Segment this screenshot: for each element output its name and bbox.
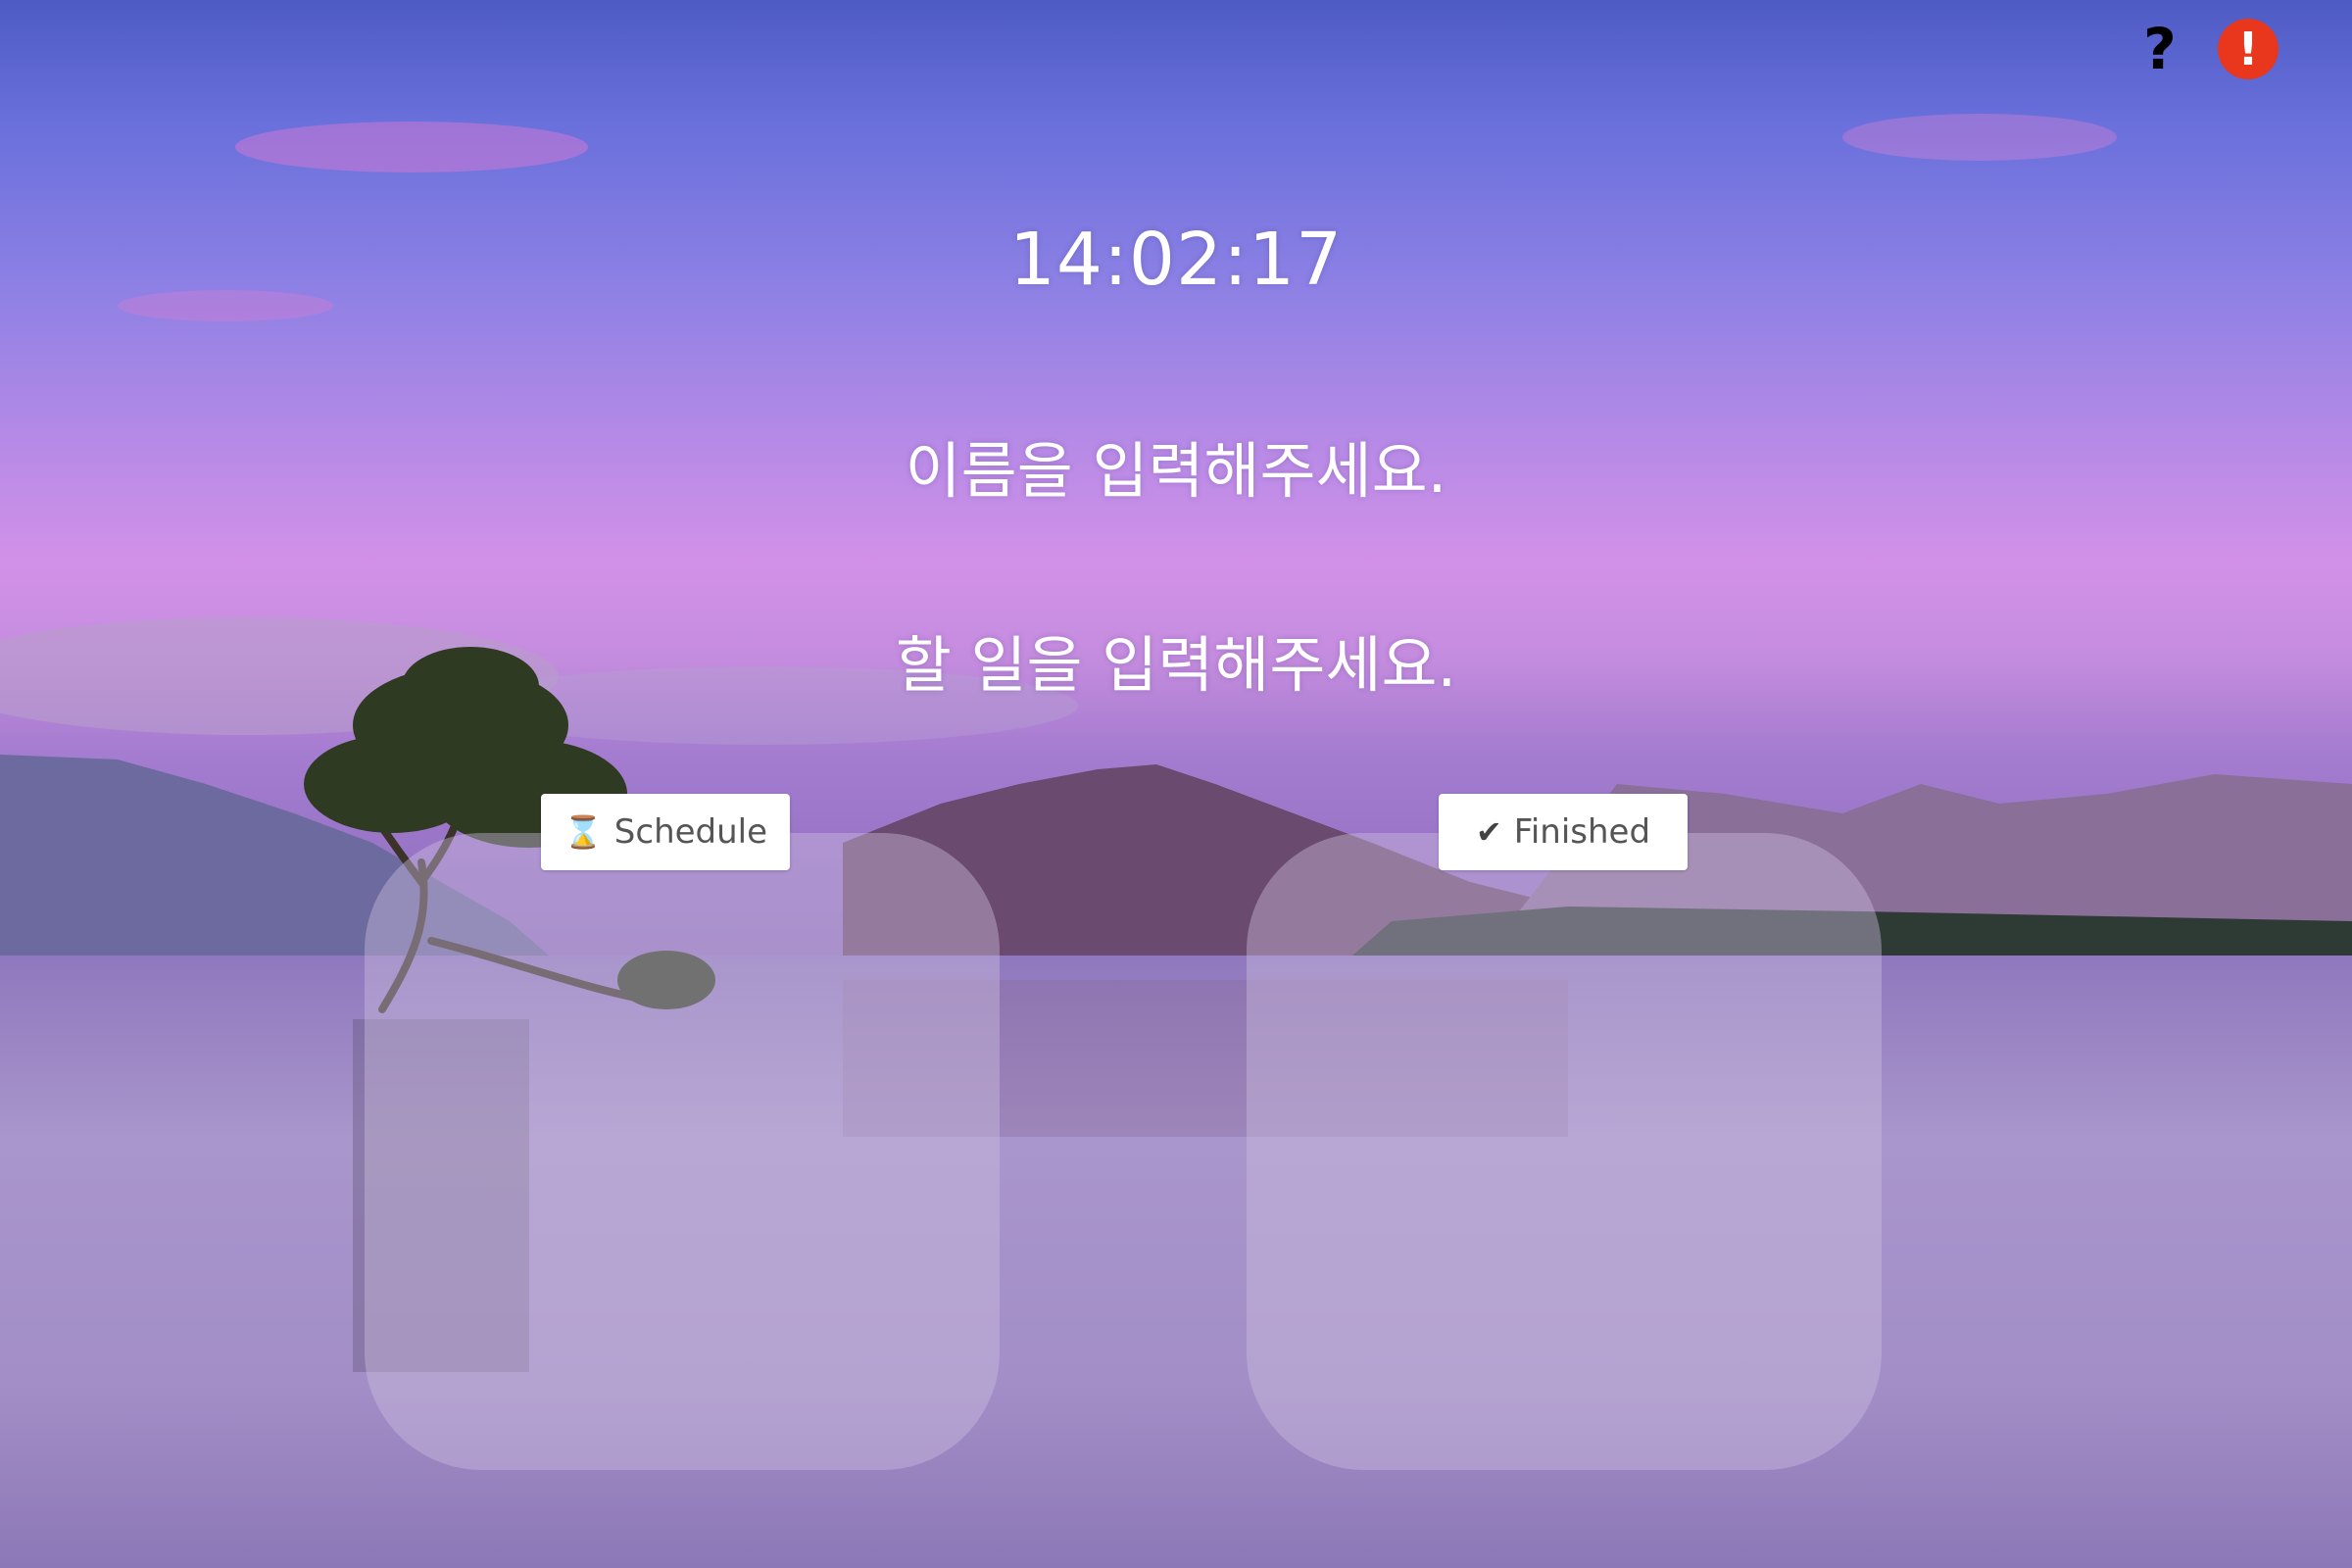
schedule-list-panel bbox=[365, 833, 1000, 1470]
finished-list-panel bbox=[1247, 833, 1882, 1470]
help-button[interactable]: ? bbox=[2129, 16, 2191, 82]
alert-button[interactable]: ! bbox=[2217, 18, 2279, 80]
clock: 14:02:17 bbox=[1008, 218, 1344, 302]
schedule-button[interactable]: ⌛ Schedule bbox=[541, 794, 790, 870]
alert-circle-icon: ! bbox=[2218, 19, 2278, 79]
name-prompt[interactable]: 이름을 입력해주세요. bbox=[0, 421, 2352, 510]
finished-button[interactable]: ✔ Finished bbox=[1439, 794, 1688, 870]
app-root: ? ! 14:02:17 이름을 입력해주세요. 할 일을 입력해주세요. ⌛ … bbox=[0, 0, 2352, 1568]
alert-icon-glyph: ! bbox=[2237, 23, 2259, 75]
question-mark-icon: ? bbox=[2143, 16, 2177, 82]
check-icon: ✔ bbox=[1475, 813, 1502, 851]
schedule-label: Schedule bbox=[613, 812, 768, 852]
finished-label: Finished bbox=[1513, 812, 1651, 852]
hourglass-icon: ⌛ bbox=[563, 813, 603, 851]
todo-prompt[interactable]: 할 일을 입력해주세요. bbox=[0, 615, 2352, 704]
